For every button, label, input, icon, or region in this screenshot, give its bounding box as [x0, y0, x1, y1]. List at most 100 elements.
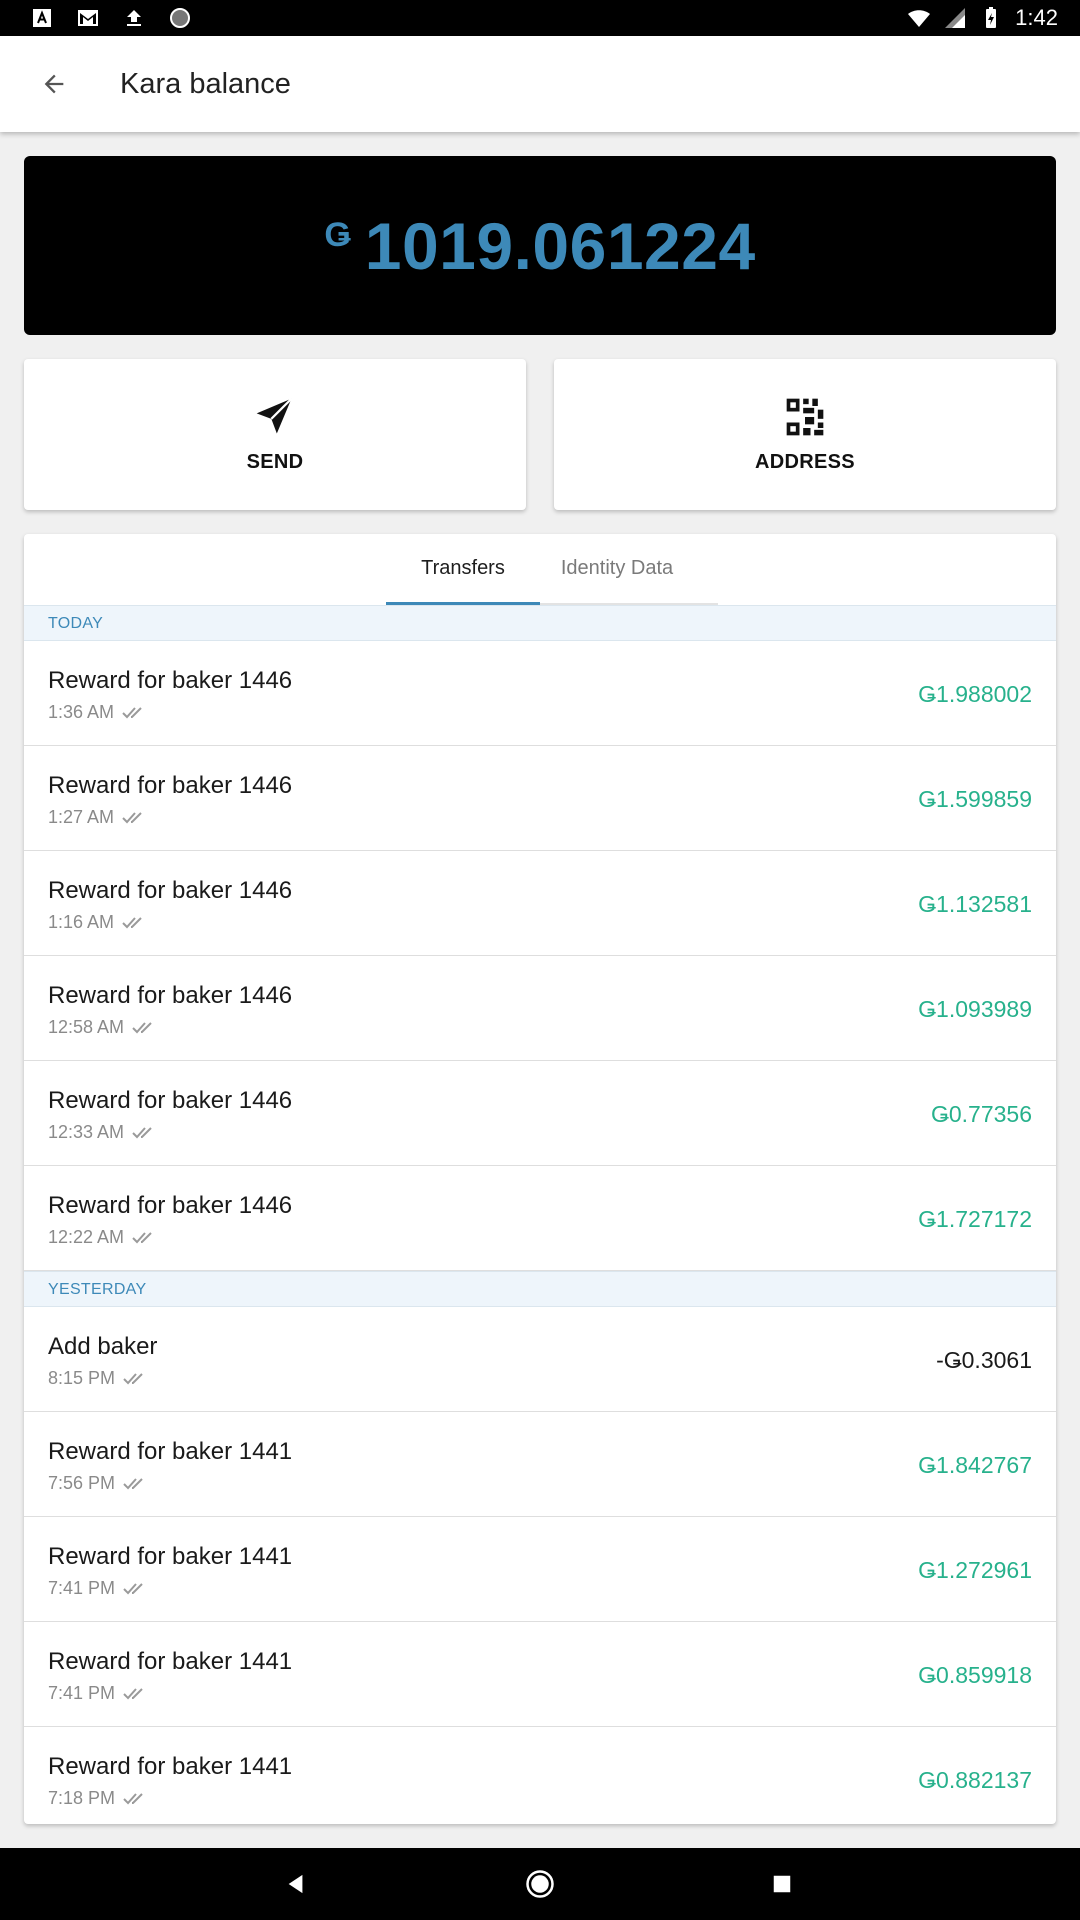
- app-bar: Kara balance: [0, 36, 1080, 132]
- check-double-icon: [123, 1372, 143, 1384]
- transfer-time-row: 8:15 PM: [48, 1368, 147, 1389]
- transfer-title: Reward for baker 1446: [48, 1087, 293, 1114]
- transfer-amount: -Ǥ0.3061: [936, 1347, 1032, 1373]
- transfer-time: 8:15 PM: [48, 1368, 116, 1388]
- transfer-row[interactable]: Reward for baker 1446 12:33 AM Ǥ0.77356: [24, 1061, 1056, 1166]
- check-double-icon: [132, 1231, 152, 1243]
- transfer-time: 12:58 AM: [48, 1017, 125, 1037]
- transfer-row[interactable]: Reward for baker 1446 1:16 AM Ǥ1.132581: [24, 851, 1056, 956]
- check-double-icon: [123, 1582, 143, 1594]
- nav-back-icon: [288, 1874, 303, 1894]
- currency-symbol: Ǥ: [324, 215, 351, 254]
- wifi-icon: [908, 10, 931, 27]
- transfer-title: Reward for baker 1441: [48, 1438, 293, 1465]
- page-title: Kara balance: [120, 68, 291, 100]
- transfer-amount: Ǥ0.77356: [930, 1101, 1032, 1127]
- section-header-label: TODAY: [48, 615, 104, 632]
- transfer-title: Reward for baker 1446: [48, 1192, 293, 1219]
- transfer-amount: Ǥ1.093989: [918, 996, 1032, 1022]
- transfer-title: Reward for baker 1446: [48, 877, 293, 904]
- status-bar: 1:42: [0, 0, 1080, 36]
- transfer-time-row: 12:33 AM: [48, 1122, 156, 1143]
- check-double-icon: [122, 916, 142, 928]
- transfer-row[interactable]: Reward for baker 1446 1:27 AM Ǥ1.599859: [24, 746, 1056, 851]
- transfer-amount: Ǥ1.727172: [918, 1206, 1032, 1232]
- arrow-left-icon: [44, 74, 64, 94]
- transfer-title: Reward for baker 1441: [48, 1648, 293, 1675]
- signal-icon: [945, 8, 966, 28]
- transfer-time: 12:22 AM: [48, 1227, 125, 1247]
- transfer-amount: Ǥ0.859918: [918, 1662, 1032, 1688]
- tab-transfers[interactable]: Transfers: [386, 534, 540, 605]
- transfer-row[interactable]: Reward for baker 1441 7:41 PM Ǥ1.272961: [24, 1517, 1056, 1622]
- transfer-row[interactable]: Reward for baker 1441 7:56 PM Ǥ1.842767: [24, 1412, 1056, 1517]
- transfer-time-row: 7:18 PM: [48, 1788, 147, 1809]
- nav-recents-button[interactable]: [764, 1866, 800, 1902]
- transfer-amount: Ǥ1.988002: [918, 681, 1032, 707]
- gmail-icon: [78, 10, 98, 26]
- check-double-icon: [132, 1021, 152, 1033]
- transfer-title: Reward for baker 1446: [48, 667, 293, 694]
- transfer-row[interactable]: Reward for baker 1446 1:36 AM Ǥ1.988002: [24, 641, 1056, 746]
- transfer-row[interactable]: Reward for baker 1446 12:22 AM Ǥ1.727172: [24, 1166, 1056, 1271]
- address-label: ADDRESS: [755, 451, 855, 473]
- check-double-icon: [122, 706, 142, 718]
- transfer-time: 7:41 PM: [48, 1683, 116, 1703]
- transfer-row[interactable]: Reward for baker 1441 7:18 PM Ǥ0.882137: [24, 1727, 1056, 1824]
- send-button[interactable]: SEND: [24, 359, 526, 510]
- section-header: YESTERDAY: [24, 1271, 1056, 1307]
- transfer-time-row: 12:58 AM: [48, 1017, 156, 1038]
- transfer-time: 7:18 PM: [48, 1788, 116, 1808]
- check-double-icon: [123, 1477, 143, 1489]
- nav-bar: [0, 1848, 1080, 1920]
- address-button[interactable]: ADDRESS: [554, 359, 1056, 510]
- transfer-title: Add baker: [48, 1333, 158, 1360]
- status-time: 1:42: [1015, 5, 1058, 30]
- paper-plane-icon: [256, 397, 293, 434]
- back-button[interactable]: [30, 60, 78, 108]
- transfer-time-row: 7:41 PM: [48, 1578, 147, 1599]
- transfer-row[interactable]: Reward for baker 1446 12:58 AM Ǥ1.093989: [24, 956, 1056, 1061]
- transfer-time-row: 7:41 PM: [48, 1683, 147, 1704]
- check-double-icon: [123, 1687, 143, 1699]
- transfer-time-row: 12:22 AM: [48, 1227, 156, 1248]
- check-double-icon: [132, 1126, 152, 1138]
- check-double-icon: [123, 1792, 143, 1804]
- transfers-panel: Transfers Identity Data TODAY Reward for …: [24, 534, 1056, 1824]
- transfer-time-row: 1:27 AM: [48, 807, 146, 828]
- transfer-title: Reward for baker 1446: [48, 772, 293, 799]
- section-header: TODAY: [24, 605, 1056, 641]
- nav-home-icon: [526, 1870, 554, 1898]
- qr-code-icon: [786, 398, 824, 436]
- transfer-time: 1:36 AM: [48, 702, 115, 722]
- nav-home-button[interactable]: [522, 1866, 558, 1902]
- transfer-row[interactable]: Add baker 8:15 PM -Ǥ0.3061: [24, 1307, 1056, 1412]
- transfer-title: Reward for baker 1441: [48, 1543, 293, 1570]
- transfer-time: 1:27 AM: [48, 807, 115, 827]
- send-label: SEND: [246, 451, 304, 473]
- transfer-time: 7:41 PM: [48, 1578, 116, 1598]
- battery-icon: [986, 7, 997, 28]
- transfer-amount: Ǥ1.599859: [918, 786, 1032, 812]
- transfer-time-row: 7:56 PM: [48, 1473, 147, 1494]
- transfer-title: Reward for baker 1446: [48, 982, 293, 1009]
- transfer-time: 12:33 AM: [48, 1122, 125, 1142]
- text-a-icon: [33, 9, 51, 27]
- tab-identity-data[interactable]: Identity Data: [540, 534, 694, 603]
- transfer-title: Reward for baker 1441: [48, 1753, 293, 1780]
- transfer-row[interactable]: Reward for baker 1441 7:41 PM Ǥ0.859918: [24, 1622, 1056, 1727]
- transfer-time: 7:56 PM: [48, 1473, 116, 1493]
- balance-card: Ǥ 1019.061224: [24, 156, 1056, 335]
- circle-icon: [170, 8, 190, 28]
- check-double-icon: [122, 811, 142, 823]
- balance-amount: 1019.061224: [364, 208, 756, 283]
- transfer-amount: Ǥ1.842767: [918, 1452, 1032, 1478]
- section-header-label: YESTERDAY: [48, 1281, 147, 1298]
- nav-back-button[interactable]: [278, 1866, 314, 1902]
- nav-recents-icon: [773, 1875, 791, 1893]
- upload-icon: [127, 10, 141, 26]
- transfer-amount: Ǥ1.272961: [918, 1557, 1032, 1583]
- transfer-time-row: 1:36 AM: [48, 702, 146, 723]
- transfer-amount: Ǥ1.132581: [918, 891, 1032, 917]
- transfer-time: 1:16 AM: [48, 912, 115, 932]
